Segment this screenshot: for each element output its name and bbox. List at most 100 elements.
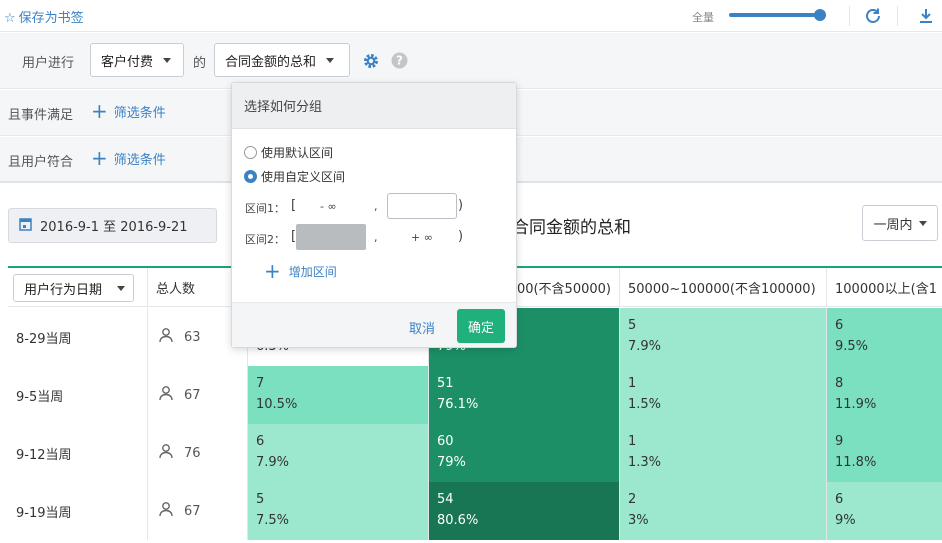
heat-cell[interactable]: 6 7.9% [248, 424, 429, 482]
row-date: 9-19当周 [8, 482, 148, 540]
cancel-button[interactable]: 取消 [409, 318, 435, 337]
cell-percent: 9.5% [835, 339, 869, 354]
sampling-slider[interactable] [729, 9, 827, 21]
add-interval-button[interactable]: + 增加区间 [264, 261, 337, 281]
cell-count: 5 [256, 492, 265, 507]
person-icon [158, 501, 174, 521]
bucket-column-header[interactable]: 50000~100000(不含100000) [620, 268, 827, 307]
event-select-value: 客户付费 [101, 54, 154, 70]
svg-text:?: ? [396, 54, 403, 68]
row-date: 9-5当周 [8, 366, 148, 424]
heat-cell[interactable]: 8 11.9% [827, 366, 942, 424]
add-user-filter-button[interactable]: + 筛选条件 [91, 148, 166, 168]
confirm-button[interactable]: 确定 [457, 309, 505, 343]
row-date: 9-12当周 [8, 424, 148, 482]
add-event-filter-button[interactable]: + 筛选条件 [91, 101, 166, 121]
cell-count: 8 [835, 376, 844, 391]
sampling-slider-fill [729, 13, 821, 17]
heat-cell[interactable]: 1 1.3% [620, 424, 827, 482]
save-bookmark-button[interactable]: ☆ 保存为书签 [4, 7, 84, 26]
top-bar: ☆ 保存为书签 全量 [0, 0, 942, 32]
interval2-lower-readonly [296, 224, 366, 250]
cell-count: 6 [835, 318, 844, 333]
calendar-icon [19, 217, 32, 235]
heat-cell[interactable]: 9 11.8% [827, 424, 942, 482]
cell-count: 9 [835, 434, 844, 449]
cell-count: 7 [256, 376, 265, 391]
cell-count: 6 [256, 434, 265, 449]
chevron-down-icon [326, 57, 335, 63]
star-icon: ☆ [4, 11, 16, 26]
gear-icon[interactable] [362, 52, 380, 74]
cell-percent: 11.9% [835, 397, 877, 412]
radio-off-icon [244, 146, 257, 159]
toolbar-divider [897, 6, 898, 26]
full-sampling-label: 全量 [692, 11, 714, 24]
row-total-value: 63 [184, 329, 201, 345]
person-icon [158, 443, 174, 463]
table-row: 9-19当周 67 5 7.5% 54 80.6% 2 3% 6 9% [8, 482, 942, 540]
popup-footer: 取消 确定 [232, 302, 516, 347]
cell-percent: 7.9% [256, 455, 290, 470]
metric-select[interactable]: 合同金额的总和 [214, 43, 350, 77]
table-row: 9-12当周 76 6 7.9% 60 79% 1 1.3% 9 11.8% [8, 424, 942, 482]
interval2-close-paren: ) [458, 229, 464, 244]
heat-cell[interactable]: 6 9% [827, 482, 942, 540]
refresh-icon[interactable] [862, 5, 884, 27]
sampling-slider-handle[interactable] [814, 9, 827, 21]
heat-cell[interactable]: 2 3% [620, 482, 827, 540]
custom-interval-label: 使用自定义区间 [261, 170, 346, 184]
person-icon [158, 385, 174, 405]
heat-cell[interactable]: 54 80.6% [429, 482, 620, 540]
cell-count: 2 [628, 492, 637, 507]
of-label: 的 [193, 56, 207, 71]
download-icon[interactable] [915, 5, 937, 27]
default-interval-label: 使用默认区间 [261, 146, 334, 160]
cell-percent: 7.9% [628, 339, 662, 354]
help-icon[interactable]: ? [391, 52, 408, 73]
cell-count: 54 [437, 492, 454, 507]
heat-cell[interactable]: 51 76.1% [429, 366, 620, 424]
row-date: 8-29当周 [8, 308, 148, 366]
row-total-value: 76 [184, 445, 201, 461]
period-select-value: 一周内 [873, 217, 913, 233]
default-interval-radio[interactable]: 使用默认区间 [244, 144, 333, 161]
cell-percent: 7.5% [256, 513, 290, 528]
heat-cell[interactable]: 60 79% [429, 424, 620, 482]
add-filter-label: 筛选条件 [113, 105, 166, 121]
date-dimension-select[interactable]: 用户行为日期 [13, 274, 134, 302]
interval1-upper-input[interactable] [387, 193, 457, 219]
interval2-upper: + ∞ [411, 231, 433, 244]
add-interval-label: 增加区间 [288, 264, 337, 279]
heat-cell[interactable]: 7 10.5% [248, 366, 429, 424]
plus-icon: + [264, 259, 281, 283]
cell-percent: 1.5% [628, 397, 662, 412]
cell-percent: 76.1% [437, 397, 479, 412]
popup-title: 选择如何分组 [232, 83, 516, 129]
user-filter-label: 且用户符合 [8, 155, 74, 170]
row-total-value: 67 [184, 387, 201, 403]
heat-cell[interactable]: 5 7.9% [620, 308, 827, 366]
person-icon [158, 327, 174, 347]
date-range-picker[interactable]: 2016-9-1 至 2016-9-21 [8, 208, 217, 243]
table-row: 9-5当周 67 7 10.5% 51 76.1% 1 1.5% 8 11.9% [8, 366, 942, 424]
cell-percent: 3% [628, 513, 649, 528]
chevron-down-icon [117, 286, 125, 291]
heat-cell[interactable]: 6 9.5% [827, 308, 942, 366]
row-total: 76 [148, 424, 248, 482]
row-total: 67 [148, 482, 248, 540]
cell-percent: 10.5% [256, 397, 298, 412]
event-select[interactable]: 客户付费 [90, 43, 184, 77]
heat-cell[interactable]: 1 1.5% [620, 366, 827, 424]
custom-interval-radio[interactable]: 使用自定义区间 [244, 168, 345, 185]
grouping-popup: 选择如何分组 使用默认区间 使用自定义区间 区间1： [ - ∞ , ) 区间2… [231, 82, 517, 348]
interval1-label: 区间1： [245, 202, 285, 215]
cell-percent: 80.6% [437, 513, 479, 528]
date-range-value: 2016-9-1 至 2016-9-21 [40, 220, 188, 235]
cell-count: 1 [628, 434, 637, 449]
interval1-comma: , [374, 200, 378, 213]
heat-cell[interactable]: 5 7.5% [248, 482, 429, 540]
period-select[interactable]: 一周内 [862, 205, 938, 241]
bucket-column-header[interactable]: 100000以上(含1 [827, 268, 942, 307]
interval1-lower: - ∞ [320, 200, 337, 213]
